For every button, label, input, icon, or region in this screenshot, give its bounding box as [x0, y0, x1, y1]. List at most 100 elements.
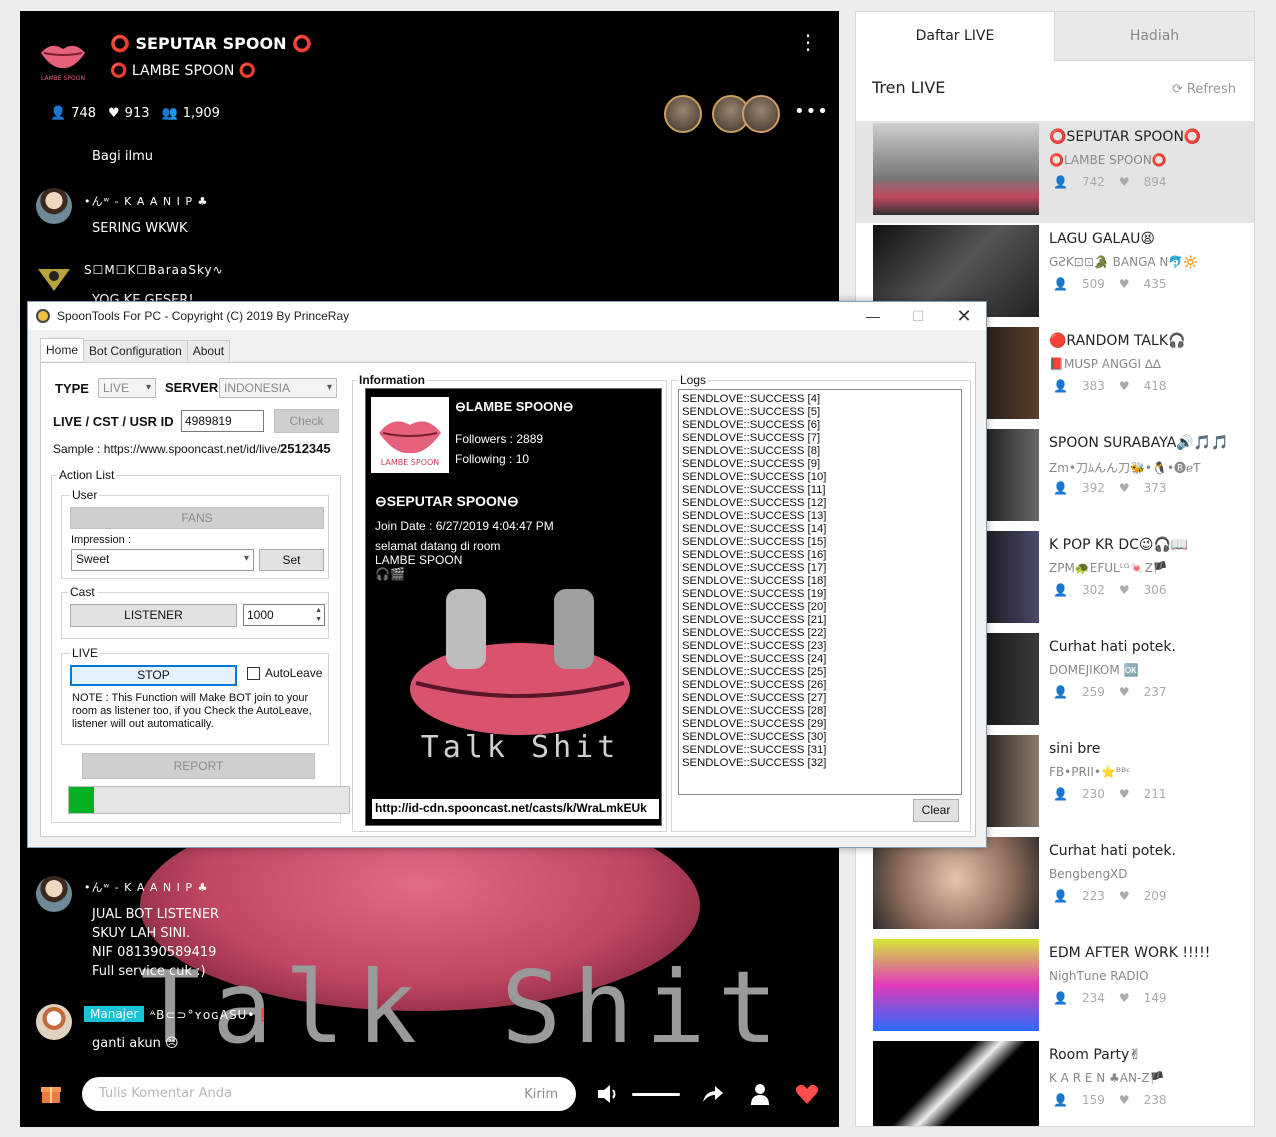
avatar[interactable] — [36, 188, 72, 224]
fans-button[interactable]: FANS — [70, 507, 324, 529]
profile-icon[interactable] — [747, 1082, 773, 1106]
live-thumbnail — [873, 1041, 1039, 1126]
panel-heading: Tren LIVE — [872, 78, 946, 97]
clear-button[interactable]: Clear — [913, 799, 959, 822]
maximize-button[interactable]: ☐ — [898, 304, 938, 328]
live-host: FB•PRII•⭐ᴮᴮᶜ — [1049, 765, 1131, 779]
listener-count-stepper[interactable]: 1000 ▲ ▼ — [243, 604, 325, 626]
live-stats: 👤 383 ♥ 418 — [1053, 379, 1167, 393]
users-icon: 👥 — [161, 106, 178, 121]
list-item[interactable]: ⭕SEPUTAR SPOON⭕ ⭕LAMBE SPOON⭕ 👤 742 ♥ 894 — [856, 121, 1254, 223]
volume-slider[interactable] — [632, 1093, 680, 1096]
gift-icon[interactable] — [40, 1082, 62, 1104]
room-stats: 👤 748 ♥ 913 👥 1,909 — [50, 106, 220, 121]
volume-icon[interactable] — [596, 1082, 622, 1106]
more-options-icon[interactable]: ••• — [794, 101, 829, 122]
info-description: selamat datang di room LAMBE SPOON 🎧🎬 — [375, 539, 501, 581]
check-button[interactable]: Check — [274, 409, 339, 433]
spoontools-window: SpoonTools For PC - Copyright (C) 2019 B… — [27, 301, 987, 848]
type-select[interactable]: LIVE ▾ — [98, 378, 156, 398]
live-host: K A R E N ♣AN-Z🏴 — [1049, 1071, 1165, 1085]
info-followers: Followers : 2889 — [455, 432, 544, 446]
heart-icon: ♥ — [108, 106, 120, 121]
info-room-title: ⊖SEPUTAR SPOON⊖ — [375, 493, 519, 509]
list-item[interactable]: Curhat hati potek. BengbengXD 👤 223 ♥ 209 — [856, 835, 1254, 937]
refresh-button[interactable]: ⟳ Refresh — [1172, 82, 1236, 97]
log-entry: SENDLOVE::SUCCESS [25] — [682, 666, 827, 678]
tab-home[interactable]: Home — [40, 338, 85, 361]
log-entry: SENDLOVE::SUCCESS [21] — [682, 614, 827, 626]
live-thumbnail — [873, 837, 1039, 929]
live-host: NighƬune RADIO — [1049, 969, 1149, 983]
user-icon: 👤 — [50, 106, 67, 121]
top-fan-avatar[interactable] — [664, 95, 702, 133]
top-fan-avatar[interactable] — [742, 95, 780, 133]
kebab-icon[interactable]: · · · — [803, 26, 813, 60]
window-titlebar[interactable]: SpoonTools For PC - Copyright (C) 2019 B… — [28, 302, 986, 330]
log-entry: SENDLOVE::SUCCESS [9] — [682, 458, 821, 470]
live-stats: 👤 159 ♥ 238 — [1053, 1093, 1167, 1107]
log-entry: SENDLOVE::SUCCESS [23] — [682, 640, 827, 652]
live-thumbnail — [873, 939, 1039, 1031]
info-following: Following : 10 — [455, 452, 530, 466]
share-icon[interactable] — [700, 1082, 726, 1106]
close-button[interactable]: ✕ — [944, 304, 984, 328]
info-join-date: Join Date : 6/27/2019 4:04:47 PM — [375, 519, 554, 533]
set-button[interactable]: Set — [259, 549, 324, 571]
logs-list[interactable]: SENDLOVE::SUCCESS [4] SENDLOVE::SUCCESS [… — [678, 389, 962, 795]
autoleave-checkbox[interactable] — [247, 667, 260, 680]
id-input[interactable]: 4989819 — [181, 410, 264, 432]
impression-select[interactable]: Sweet ▾ — [71, 549, 254, 571]
avatar[interactable] — [36, 1004, 72, 1040]
log-entry: SENDLOVE::SUCCESS [13] — [682, 510, 827, 522]
like-heart-icon[interactable] — [794, 1082, 820, 1106]
cast-url[interactable]: http://id-cdn.spooncast.net/casts/k/WraL… — [372, 799, 659, 819]
avatar[interactable] — [36, 263, 72, 293]
live-thumbnail — [873, 123, 1039, 215]
sample-url: Sample : https://www.spooncast.net/id/li… — [53, 442, 281, 456]
info-user-name: ⊖LAMBE SPOON⊖ — [455, 399, 574, 414]
tab-bot-configuration[interactable]: Bot Configuration — [83, 340, 188, 361]
tab-daftar-live[interactable]: Daftar LIVE — [856, 12, 1055, 61]
live-stats: 👤 223 ♥ 209 — [1053, 889, 1167, 903]
comment-input[interactable]: Tulis Komentar Anda Kirim — [82, 1077, 576, 1111]
heart-icon: ♥ — [1118, 583, 1130, 597]
heart-icon: ♥ — [1118, 277, 1130, 291]
stop-button[interactable]: STOP — [70, 665, 237, 686]
live-host: DOMEJIKOM 🆗 — [1049, 663, 1139, 677]
live-group-label: LIVE — [70, 646, 101, 660]
progress-bar — [68, 786, 350, 814]
send-button[interactable]: Kirim — [524, 1087, 558, 1102]
user-icon: 👤 — [1053, 787, 1068, 801]
heart-icon: ♥ — [1118, 1093, 1130, 1107]
total-count: 👥 1,909 — [161, 106, 220, 121]
user-icon: 👤 — [1053, 583, 1068, 597]
id-label: LIVE / CST / USR ID — [53, 414, 174, 429]
manager-badge: Manajer — [84, 1006, 145, 1022]
heart-icon: ♥ — [1118, 481, 1130, 495]
server-select[interactable]: INDONESIA ▾ — [219, 378, 337, 398]
chat-username[interactable]: ᴬB⊂⊃°ʏᴏɢASU•❗ — [150, 1008, 271, 1022]
chat-username[interactable]: •んʷ - K A A N I P ♣ — [84, 879, 208, 895]
log-entry: SENDLOVE::SUCCESS [29] — [682, 718, 827, 730]
live-title: LAGU GALAU😫 — [1049, 231, 1155, 247]
log-entry: SENDLOVE::SUCCESS [6] — [682, 419, 821, 431]
minimize-button[interactable]: — — [853, 304, 893, 328]
user-icon: 👤 — [1053, 685, 1068, 699]
report-button[interactable]: REPORT — [82, 753, 315, 779]
list-item[interactable]: EDM AFTER WORK !!!!! NighƬune RADIO 👤 234… — [856, 937, 1254, 1039]
log-entry: SENDLOVE::SUCCESS [31] — [682, 744, 827, 756]
avatar[interactable] — [36, 876, 72, 912]
like-count: ♥ 913 — [108, 106, 150, 121]
user-icon: 👤 — [1053, 379, 1068, 393]
room-host: ⭕ LAMBE SPOON ⭕ — [110, 63, 257, 79]
list-item[interactable]: Room Party✌ K A R E N ♣AN-Z🏴 👤 159 ♥ 238 — [856, 1039, 1254, 1126]
listener-button[interactable]: LISTENER — [70, 604, 237, 627]
live-title: 🔴RANDOM TALK🎧 — [1049, 333, 1186, 349]
heart-icon: ♥ — [1118, 889, 1130, 903]
log-entry: SENDLOVE::SUCCESS [22] — [682, 627, 827, 639]
tab-hadiah[interactable]: Hadiah — [1055, 12, 1254, 61]
tab-about[interactable]: About — [186, 340, 231, 361]
chat-username[interactable]: S☐M☐K☐BaraaSky∿ — [84, 263, 224, 277]
chat-username[interactable]: •んʷ - K A A N I P ♣ — [84, 193, 208, 209]
